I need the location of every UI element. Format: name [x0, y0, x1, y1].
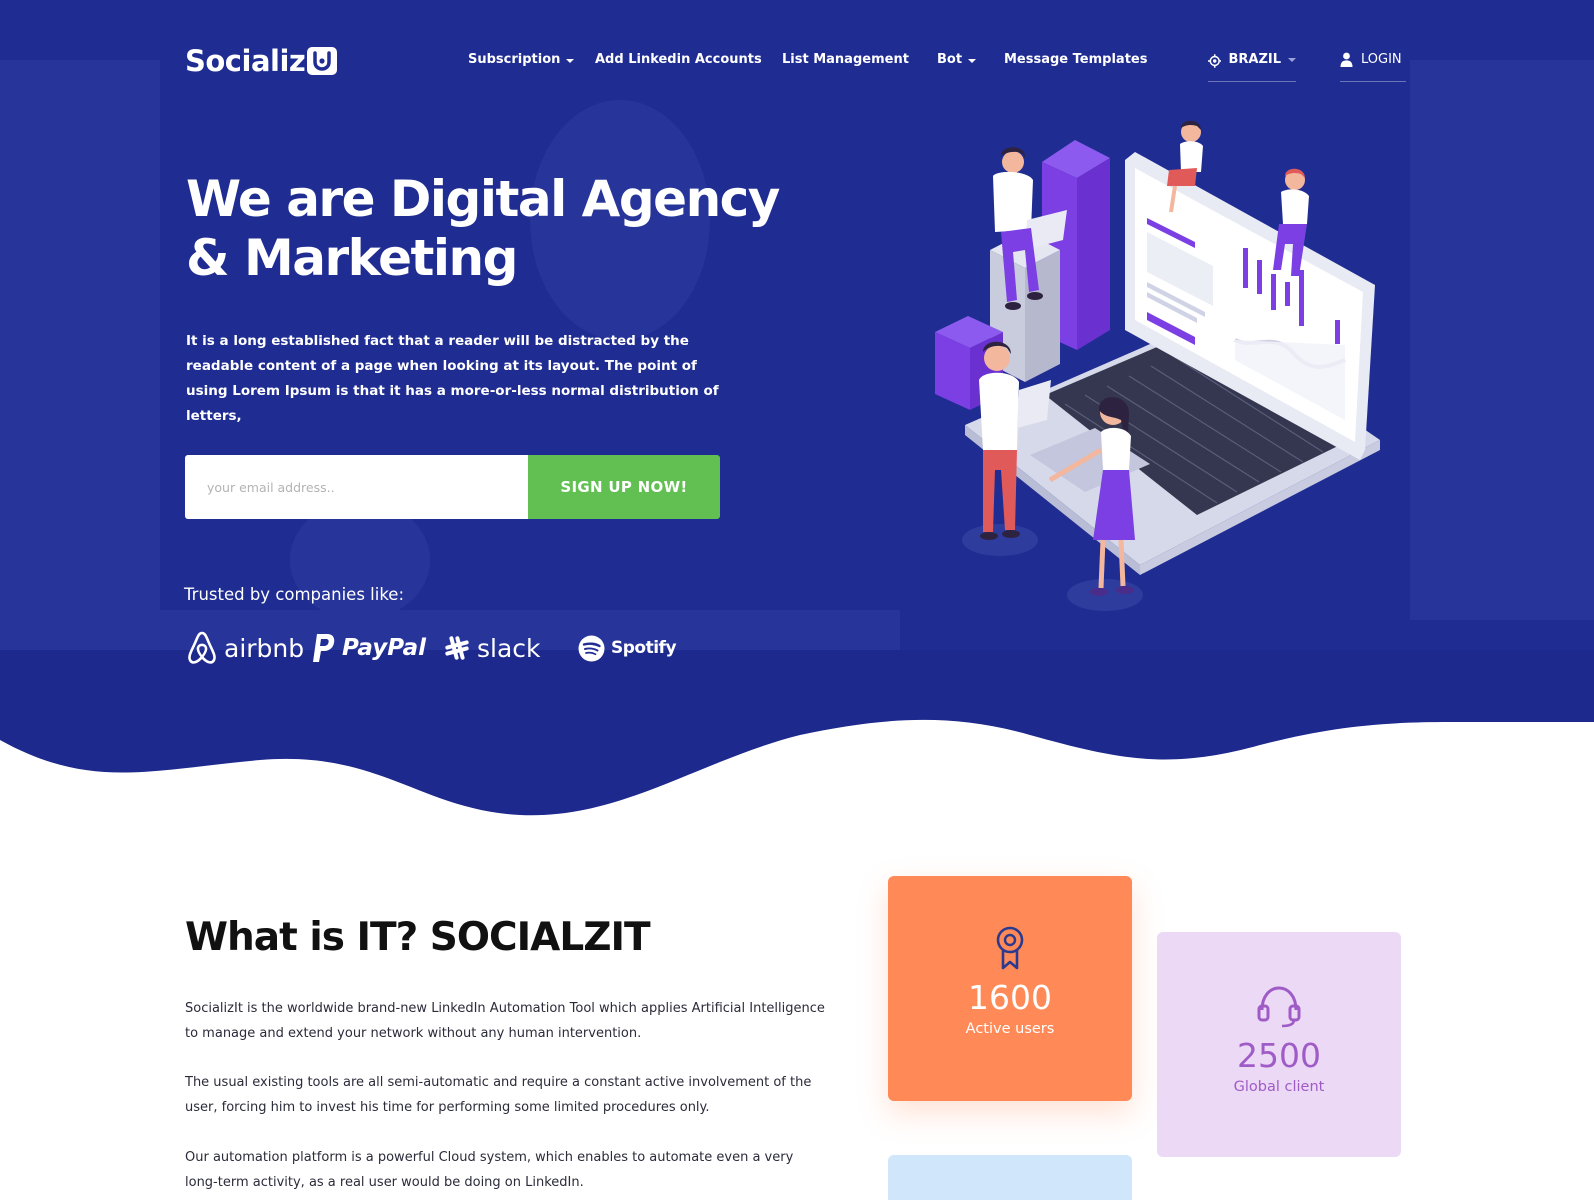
- user-icon: [1340, 52, 1353, 67]
- hero-section: Socializ Subscription Add Linkedin Accou…: [0, 0, 1594, 830]
- paypal-icon: [313, 634, 335, 662]
- brand-logo[interactable]: Socializ: [185, 44, 338, 78]
- stat-card-active-users: 1600 Active users: [888, 876, 1132, 1101]
- award-icon: [996, 926, 1024, 970]
- nav-item-add-linkedin-accounts[interactable]: Add Linkedin Accounts: [595, 52, 762, 67]
- brand-slack-label: slack: [477, 633, 541, 663]
- hero-title: We are Digital Agency & Marketing: [186, 170, 806, 288]
- logo-badge-icon: [307, 47, 338, 75]
- hero-illustration: [935, 120, 1380, 611]
- hero-title-line-1: We are Digital Agency: [186, 170, 780, 228]
- slack-icon: [445, 636, 469, 660]
- chevron-down-icon: [1288, 58, 1296, 62]
- nav-item-bot[interactable]: Bot: [937, 52, 977, 67]
- brand-paypal: PayPal: [312, 628, 426, 668]
- about-paragraph-3: Our automation platform is a powerful Cl…: [185, 1150, 794, 1190]
- location-icon: [1208, 54, 1222, 68]
- login-button[interactable]: LOGIN: [1340, 52, 1406, 82]
- login-label: LOGIN: [1361, 52, 1402, 67]
- stat-card-third: [888, 1155, 1132, 1200]
- chevron-down-icon: [968, 58, 977, 63]
- email-input[interactable]: [185, 455, 528, 519]
- signup-button[interactable]: SIGN UP NOW!: [528, 455, 720, 519]
- stat-value: 1600: [968, 978, 1052, 1017]
- stat-label: Global client: [1233, 1079, 1325, 1095]
- stat-card-global-client: 2500 Global client: [1157, 932, 1401, 1157]
- stat-value: 2500: [1237, 1036, 1321, 1075]
- brand-slack: slack: [443, 628, 541, 668]
- hero-title-line-2: & Marketing: [186, 229, 518, 287]
- about-paragraph-1: SocializIt is the worldwide brand-new Li…: [185, 1001, 825, 1041]
- about-title: What is IT? SOCIALZIT: [185, 915, 651, 960]
- hero-description: It is a long established fact that a rea…: [186, 333, 719, 424]
- country-label: BRAZIL: [1228, 52, 1281, 67]
- nav-item-label: List Management: [782, 52, 909, 67]
- brand-spotify-label: Spotify: [611, 638, 677, 658]
- nav-item-label: Add Linkedin Accounts: [595, 52, 762, 67]
- brand-spotify: Spotify: [578, 628, 677, 668]
- airbnb-icon: [188, 631, 216, 664]
- chevron-down-icon: [566, 58, 575, 63]
- brand-paypal-label: PayPal: [342, 635, 426, 661]
- spotify-icon: [578, 635, 605, 661]
- nav-item-message-templates[interactable]: Message Templates: [1004, 52, 1147, 67]
- brand-name: Socializ: [185, 44, 306, 78]
- nav-item-label: Message Templates: [1004, 52, 1148, 67]
- trusted-label: Trusted by companies like:: [184, 585, 405, 604]
- nav-item-label: Bot: [937, 52, 963, 67]
- signup-form: SIGN UP NOW!: [185, 455, 720, 519]
- country-selector[interactable]: BRAZIL: [1208, 52, 1296, 82]
- nav-item-label: Subscription: [468, 52, 561, 67]
- nav-item-list-management[interactable]: List Management: [782, 52, 909, 67]
- brand-airbnb: airbnb: [186, 628, 304, 668]
- stat-label: Active users: [965, 1021, 1055, 1037]
- nav-item-subscription[interactable]: Subscription: [468, 52, 575, 67]
- about-paragraph-2: The usual existing tools are all semi-au…: [185, 1075, 812, 1115]
- headset-icon: [1257, 986, 1301, 1028]
- brand-airbnb-label: airbnb: [224, 633, 305, 663]
